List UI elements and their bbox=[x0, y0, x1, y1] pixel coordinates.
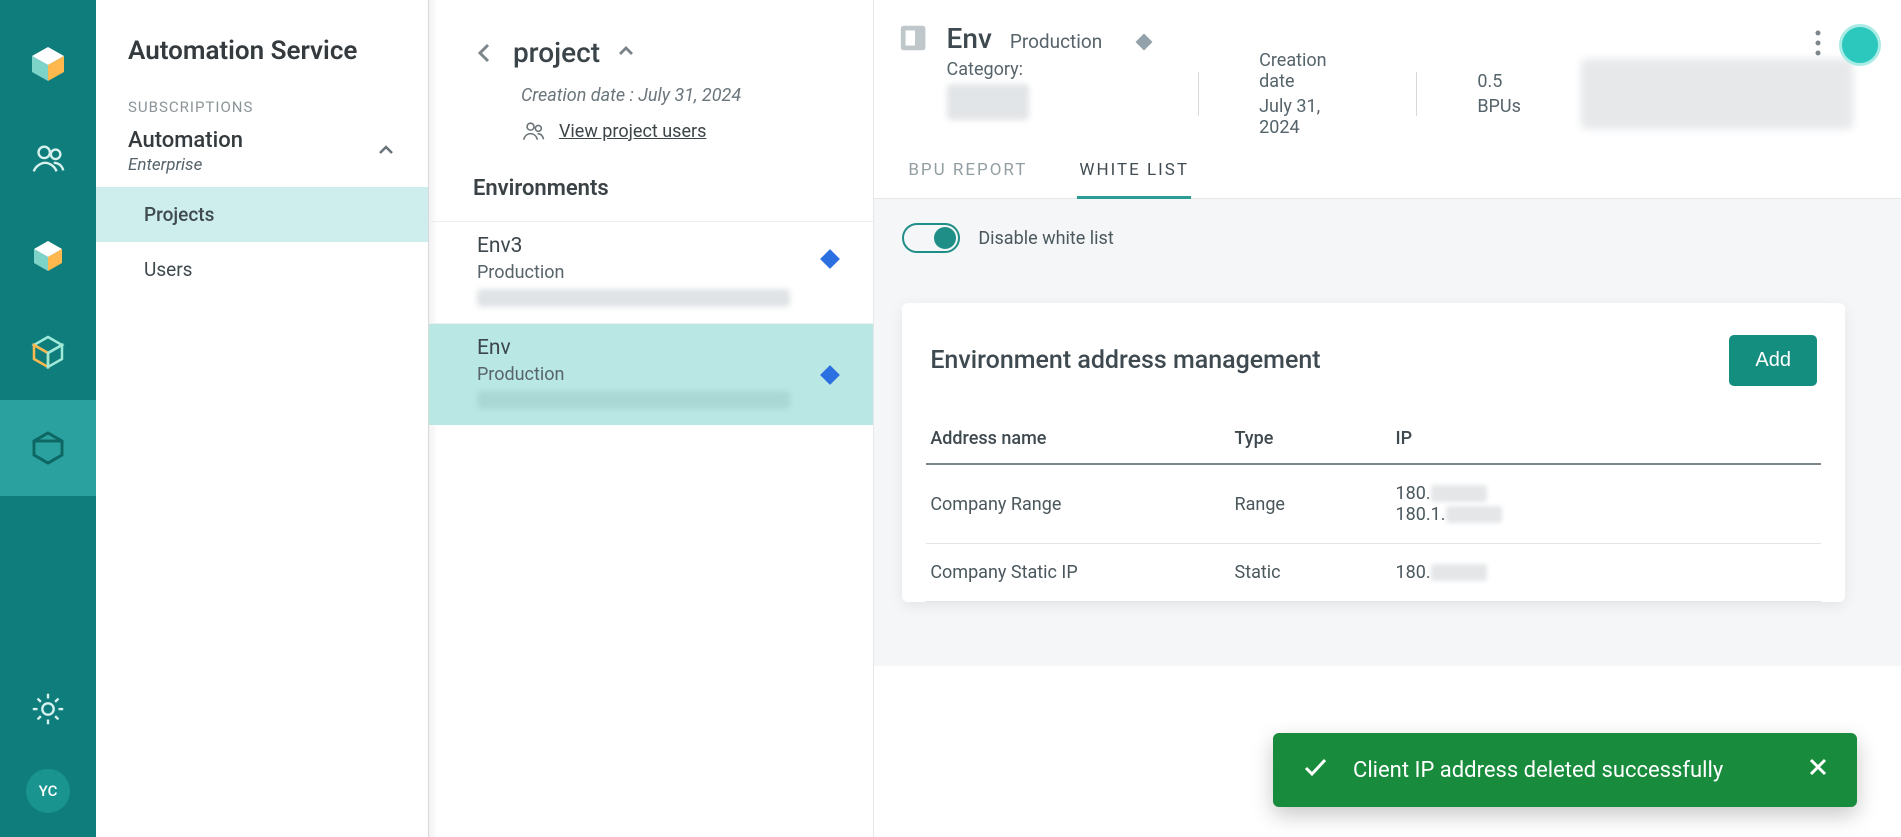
rail-logo[interactable] bbox=[0, 16, 96, 112]
cell-type: Range bbox=[1231, 464, 1392, 544]
cell-name: Company Range bbox=[926, 464, 1230, 544]
project-title: project bbox=[513, 36, 600, 69]
toast-message: Client IP address deleted successfully bbox=[1353, 758, 1783, 783]
cube-flat-icon bbox=[28, 428, 68, 468]
cell-ip: 180. 180.1. bbox=[1392, 464, 1821, 544]
cell-type: Static bbox=[1231, 544, 1392, 602]
rail-item-active[interactable] bbox=[0, 400, 96, 496]
address-management-card: Environment address management Add Addre… bbox=[902, 303, 1845, 602]
bpu-value: 0.5 bbox=[1477, 71, 1521, 92]
toast-close[interactable] bbox=[1807, 756, 1829, 784]
check-icon bbox=[1301, 753, 1329, 787]
left-rail: YC bbox=[0, 0, 96, 837]
tab-bpu-report[interactable]: BPU REPORT bbox=[906, 152, 1029, 198]
main-panel: Env Production Category: Creation date J… bbox=[874, 0, 1901, 837]
redacted bbox=[1431, 485, 1487, 502]
redacted bbox=[1446, 506, 1502, 523]
creation-date-value: July 31, 2024 bbox=[1259, 96, 1356, 138]
subscription-name: Automation bbox=[128, 128, 243, 153]
table-row[interactable]: Company Static IP Static 180. bbox=[926, 544, 1821, 602]
project-collapse[interactable] bbox=[616, 41, 636, 65]
environment-item[interactable]: Env3 Production bbox=[429, 221, 873, 323]
rail-avatar[interactable]: YC bbox=[26, 769, 70, 813]
dots-vertical-icon bbox=[1815, 30, 1821, 56]
redacted-line bbox=[477, 391, 791, 409]
users-icon bbox=[29, 141, 67, 179]
cell-name: Company Static IP bbox=[926, 544, 1230, 602]
section-subscriptions-label: SUBSCRIPTIONS bbox=[96, 90, 428, 128]
add-button[interactable]: Add bbox=[1729, 335, 1817, 386]
rail-item-users[interactable] bbox=[0, 112, 96, 208]
tab-white-list[interactable]: WHITE LIST bbox=[1077, 152, 1191, 199]
tabs: BPU REPORT WHITE LIST bbox=[874, 138, 1901, 199]
environments-title: Environments bbox=[429, 168, 873, 221]
rail-item-cube2[interactable] bbox=[0, 304, 96, 400]
chevron-left-icon bbox=[473, 41, 497, 65]
env-name: Env3 bbox=[477, 234, 825, 258]
card-title: Environment address management bbox=[930, 346, 1320, 375]
disable-whitelist-toggle[interactable] bbox=[902, 223, 960, 253]
logo-cube-icon bbox=[28, 44, 68, 84]
redacted-block bbox=[1581, 59, 1853, 129]
back-button[interactable] bbox=[473, 41, 497, 65]
toggle-knob bbox=[934, 227, 956, 249]
col-type: Type bbox=[1231, 414, 1392, 464]
bpu-label: BPUs bbox=[1477, 96, 1521, 117]
env-type: Production bbox=[477, 262, 825, 283]
close-icon bbox=[1807, 756, 1829, 778]
user-avatar[interactable] bbox=[1839, 24, 1881, 66]
toggle-label: Disable white list bbox=[978, 228, 1113, 249]
cube-icon bbox=[28, 236, 68, 276]
creation-date-label: Creation date bbox=[1259, 50, 1356, 92]
panel-title: Automation Service bbox=[96, 0, 428, 90]
subscriptions-panel: Automation Service SUBSCRIPTIONS Automat… bbox=[96, 0, 429, 837]
subscription-tier: Enterprise bbox=[128, 155, 243, 175]
cell-ip: 180. bbox=[1392, 544, 1821, 602]
redacted-block bbox=[947, 84, 1029, 120]
sidebar-item-users[interactable]: Users bbox=[96, 242, 428, 297]
environment-item-selected[interactable]: Env Production bbox=[429, 323, 873, 425]
content-icon bbox=[898, 22, 928, 54]
gear-icon bbox=[29, 690, 67, 728]
env-type: Production bbox=[477, 364, 825, 385]
env-name: Env bbox=[477, 336, 825, 360]
redacted bbox=[1431, 564, 1487, 581]
col-address-name: Address name bbox=[926, 414, 1230, 464]
view-project-users-link[interactable]: View project users bbox=[559, 121, 706, 142]
address-table: Address name Type IP Company Range Range… bbox=[926, 414, 1821, 602]
sidebar-item-projects[interactable]: Projects bbox=[96, 187, 428, 242]
table-row[interactable]: Company Range Range 180. 180.1. bbox=[926, 464, 1821, 544]
chevron-up-icon bbox=[616, 41, 636, 61]
redacted-line bbox=[477, 289, 791, 307]
project-panel: project Creation date : July 31, 2024 Vi… bbox=[429, 0, 874, 837]
env-title: Env bbox=[947, 22, 992, 55]
subscription-group[interactable]: Automation Enterprise bbox=[96, 128, 428, 175]
kebab-menu[interactable] bbox=[1815, 30, 1821, 60]
rail-item-cube1[interactable] bbox=[0, 208, 96, 304]
chevron-up-icon bbox=[376, 140, 396, 164]
success-toast: Client IP address deleted successfully bbox=[1273, 733, 1857, 807]
col-ip: IP bbox=[1392, 414, 1821, 464]
rail-settings[interactable] bbox=[0, 661, 96, 757]
cube-outline-icon bbox=[28, 332, 68, 372]
users-icon bbox=[521, 120, 547, 142]
env-type-inline: Production bbox=[1010, 30, 1102, 53]
category-label: Category: bbox=[947, 59, 1151, 80]
diamond-icon bbox=[1136, 34, 1153, 51]
project-creation-date: Creation date : July 31, 2024 bbox=[429, 77, 873, 114]
